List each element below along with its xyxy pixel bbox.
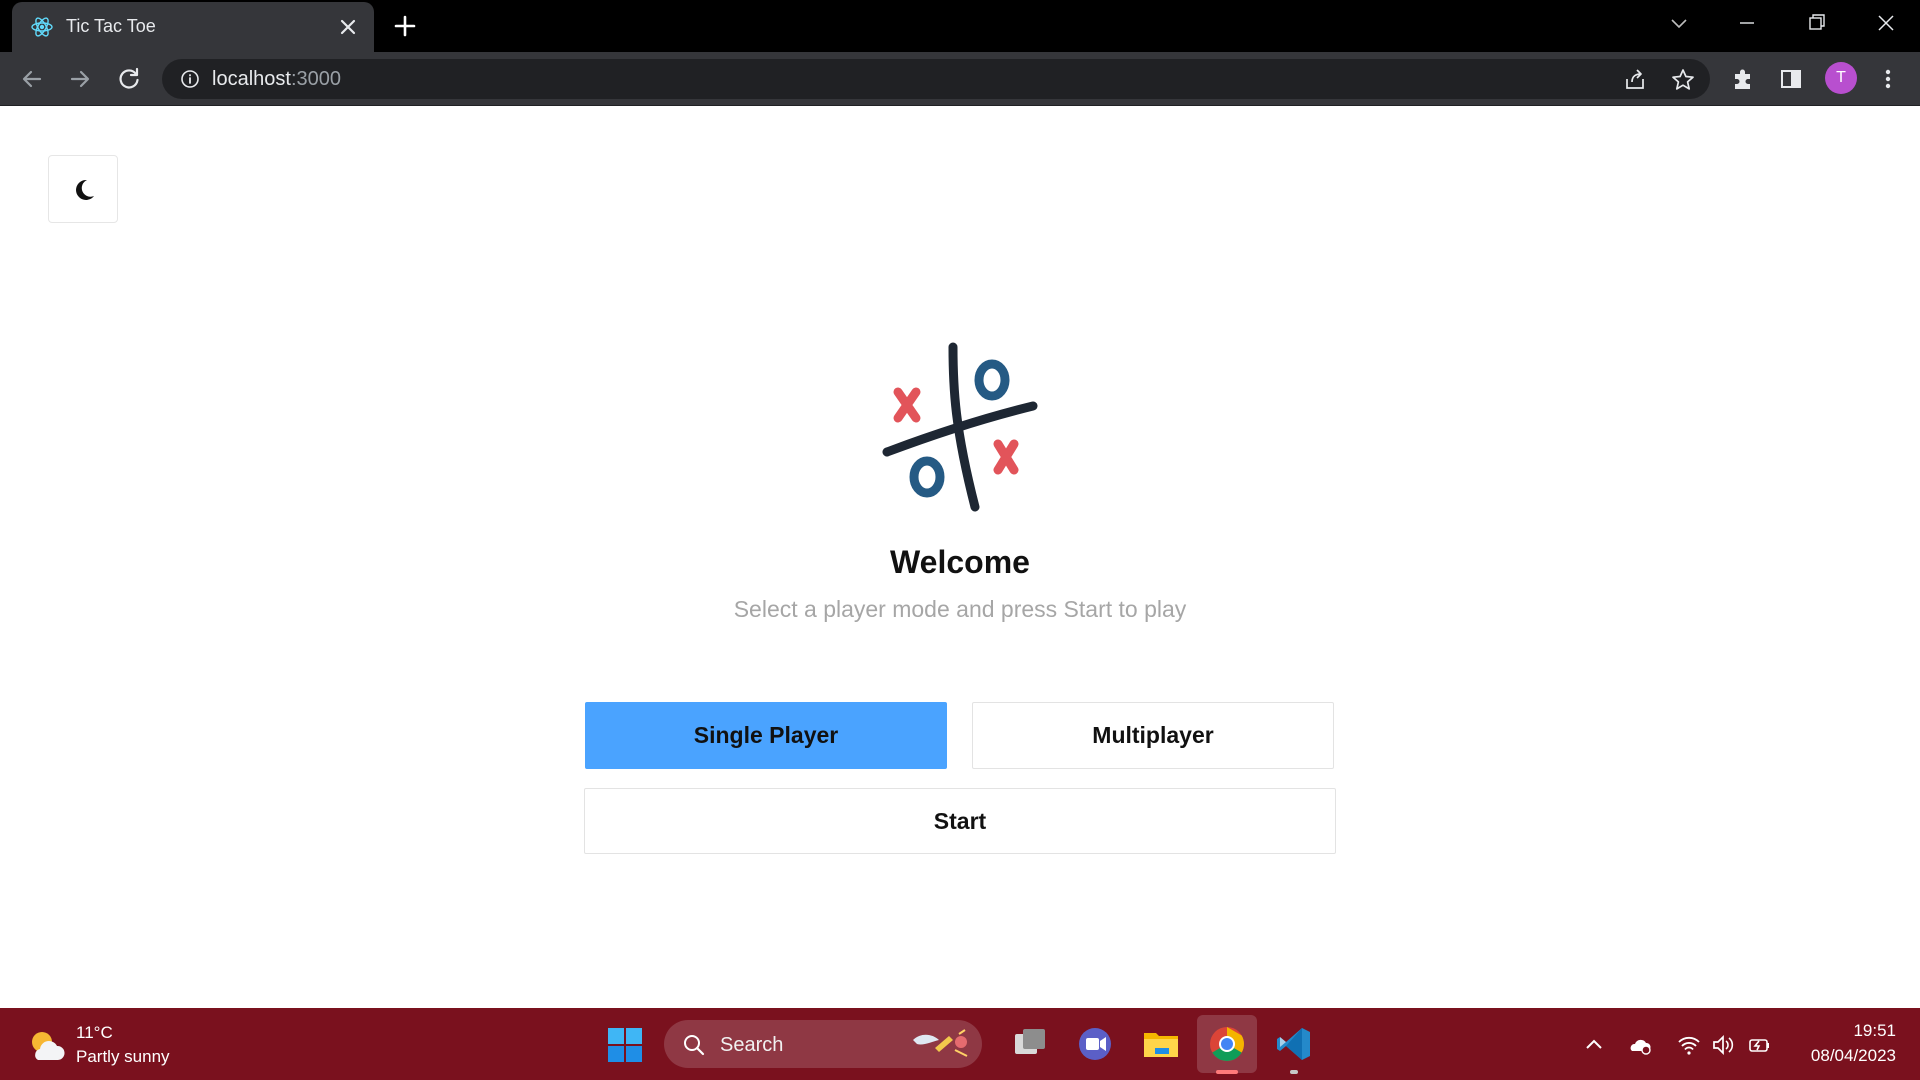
- welcome-subtitle: Select a player mode and press Start to …: [733, 596, 1187, 622]
- new-tab-plus-icon[interactable]: [392, 13, 418, 39]
- url-host: localhost: [212, 68, 291, 90]
- welcome-title: Welcome: [890, 544, 1030, 580]
- onedrive-cloud-icon[interactable]: [1627, 1032, 1653, 1058]
- tab-search-chevron-icon[interactable]: [1666, 10, 1692, 36]
- extensions-puzzle-icon[interactable]: [1729, 65, 1757, 93]
- bookmark-star-icon[interactable]: [1670, 67, 1696, 93]
- url-text: localhost:3000: [212, 68, 341, 91]
- app-page: Welcome Select a player mode and press S…: [0, 107, 1920, 1008]
- react-icon: [31, 17, 53, 37]
- multiplayer-button[interactable]: Multiplayer: [972, 702, 1334, 769]
- forward-arrow-icon[interactable]: [66, 65, 94, 93]
- weather-description[interactable]: Partly sunny: [76, 1047, 170, 1067]
- side-panel-icon[interactable]: [1777, 65, 1805, 93]
- task-view-icon[interactable]: [1010, 1024, 1050, 1064]
- browser-tab-active[interactable]: Tic Tac Toe: [12, 2, 374, 52]
- moon-icon: [76, 179, 94, 200]
- browser-tab-bar: Tic Tac Toe: [0, 0, 1920, 52]
- file-explorer-icon[interactable]: [1141, 1024, 1181, 1064]
- close-icon[interactable]: [336, 15, 360, 39]
- vscode-icon[interactable]: [1274, 1024, 1314, 1064]
- windows-start-icon[interactable]: [607, 1027, 643, 1063]
- tab-title: Tic Tac Toe: [66, 16, 156, 36]
- wifi-icon[interactable]: [1676, 1032, 1702, 1058]
- weather-temperature[interactable]: 11°C: [76, 1023, 113, 1043]
- chrome-active-indicator: [1216, 1070, 1238, 1074]
- window-close-icon[interactable]: [1873, 10, 1899, 36]
- partly-sunny-icon[interactable]: [26, 1026, 66, 1066]
- theme-toggle-button[interactable]: [48, 155, 118, 223]
- volume-icon[interactable]: [1710, 1032, 1736, 1058]
- browser-toolbar: localhost:3000: [0, 52, 1920, 106]
- profile-avatar[interactable]: T: [1825, 62, 1857, 94]
- vscode-open-indicator: [1290, 1070, 1298, 1074]
- clock-date[interactable]: 08/04/2023: [1811, 1046, 1896, 1066]
- url-port: :3000: [290, 68, 341, 90]
- search-icon: [684, 1035, 705, 1056]
- share-icon[interactable]: [1622, 67, 1648, 93]
- chevron-up-icon[interactable]: [1581, 1032, 1607, 1058]
- back-arrow-icon[interactable]: [18, 65, 46, 93]
- taskbar-search[interactable]: Search: [664, 1020, 982, 1068]
- search-highlight-illustration-icon: [913, 1029, 968, 1057]
- single-player-button[interactable]: Single Player: [585, 702, 947, 769]
- start-button[interactable]: Start: [584, 788, 1336, 854]
- restore-icon[interactable]: [1804, 10, 1830, 36]
- address-bar[interactable]: localhost:3000: [162, 59, 1710, 99]
- battery-charging-icon[interactable]: [1746, 1032, 1772, 1058]
- clock-time[interactable]: 19:51: [1853, 1021, 1896, 1041]
- minimize-icon[interactable]: [1734, 10, 1760, 36]
- windows-taskbar: 11°C Partly sunny Search 19:51 08/04/202…: [0, 1008, 1920, 1080]
- teams-chat-icon[interactable]: [1075, 1024, 1115, 1064]
- chrome-icon[interactable]: [1207, 1024, 1247, 1064]
- more-menu-icon[interactable]: [1874, 65, 1902, 93]
- site-info-icon[interactable]: [180, 69, 200, 89]
- search-label: Search: [720, 1034, 784, 1056]
- reload-icon[interactable]: [115, 65, 143, 93]
- tic-tac-toe-logo: [882, 342, 1038, 512]
